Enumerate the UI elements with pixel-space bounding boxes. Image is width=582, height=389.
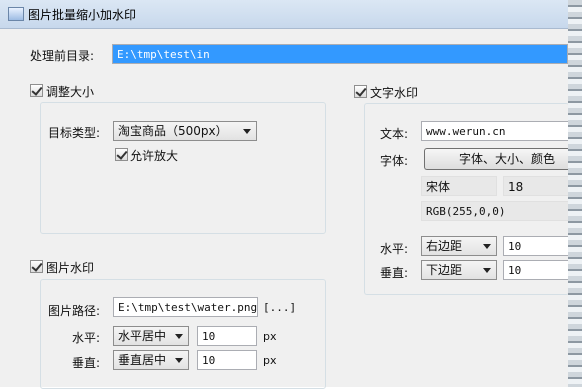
image-vertical-offset-input[interactable]: 10 [197, 350, 257, 370]
image-path-input[interactable]: E:\tmp\test\water.png [113, 297, 258, 317]
source-dir-input[interactable]: E:\tmp\test\in [112, 44, 568, 64]
allow-enlarge-label: 允许放大 [130, 149, 179, 163]
image-vertical-select[interactable]: 垂直居中 [113, 350, 189, 370]
torn-window-edge [568, 0, 582, 387]
target-type-value: 淘宝商品（500px） [118, 124, 228, 138]
target-type-select[interactable]: 淘宝商品（500px） [113, 121, 257, 141]
font-name-display: 宋体 [421, 176, 497, 196]
window-title: 图片批量缩小加水印 [28, 8, 137, 22]
font-size-display: 18 [503, 176, 568, 196]
target-type-label: 目标类型: [48, 126, 101, 140]
image-watermark-checkbox[interactable] [30, 260, 43, 273]
allow-enlarge-checkbox[interactable] [115, 148, 128, 161]
resize-label: 调整大小 [46, 85, 95, 99]
image-watermark-label: 图片水印 [46, 261, 95, 275]
font-button[interactable]: 字体、大小、颜色 [424, 148, 568, 170]
text-horizontal-value: 右边距 [426, 239, 463, 253]
font-color-display: RGB(255,0,0) [421, 201, 568, 221]
title-bar: 图片批量缩小加水印 [0, 0, 568, 29]
chevron-down-icon [483, 268, 491, 273]
app-window: 图片批量缩小加水印 处理前目录: E:\tmp\test\in 调整大小 目标类… [0, 0, 569, 389]
chevron-down-icon [243, 129, 251, 134]
image-vertical-value: 垂直居中 [118, 353, 167, 367]
text-vertical-label: 垂直: [380, 266, 409, 280]
image-horizontal-value: 水平居中 [118, 329, 167, 343]
chevron-down-icon [175, 358, 183, 363]
text-vertical-offset-input[interactable]: 10 [503, 260, 568, 280]
image-horizontal-unit: px [263, 330, 277, 343]
text-vertical-select[interactable]: 下边距 [421, 260, 497, 280]
image-vertical-label: 垂直: [72, 356, 101, 370]
image-horizontal-select[interactable]: 水平居中 [113, 326, 189, 346]
text-horizontal-select[interactable]: 右边距 [421, 236, 497, 256]
image-path-label: 图片路径: [48, 304, 101, 318]
chevron-down-icon [175, 334, 183, 339]
font-label: 字体: [380, 154, 409, 168]
image-horizontal-label: 水平: [72, 331, 101, 345]
text-watermark-checkbox[interactable] [354, 85, 367, 98]
text-horizontal-offset-input[interactable]: 10 [503, 236, 568, 256]
image-vertical-unit: px [263, 354, 277, 367]
app-icon [8, 7, 24, 21]
text-input[interactable]: www.werun.cn [421, 121, 568, 141]
source-dir-label: 处理前目录: [30, 49, 95, 63]
browse-button[interactable]: [...] [263, 301, 296, 314]
text-vertical-value: 下边距 [426, 263, 463, 277]
image-horizontal-offset-input[interactable]: 10 [197, 326, 257, 346]
text-horizontal-label: 水平: [380, 242, 409, 256]
resize-checkbox[interactable] [30, 84, 43, 97]
text-label: 文本: [380, 127, 409, 141]
chevron-down-icon [483, 244, 491, 249]
text-watermark-label: 文字水印 [370, 86, 419, 100]
